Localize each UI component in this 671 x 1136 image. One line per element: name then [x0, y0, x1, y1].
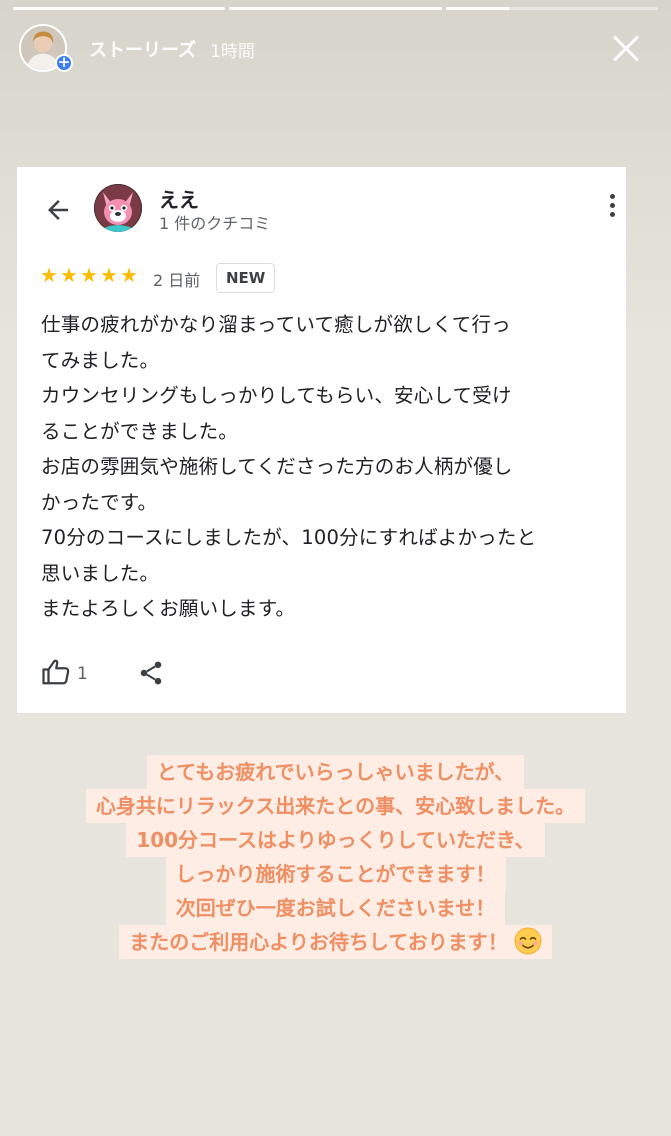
story-progress-fill-2: [229, 7, 442, 10]
reviewer-review-count: 1 件のクチコミ: [159, 214, 271, 233]
review-line: 70分のコースにしましたが、100分にすればよかったと: [41, 526, 537, 549]
story-header: + ストーリーズ 1時間: [19, 23, 657, 75]
like-count: 1: [77, 664, 88, 684]
review-line: お店の雰囲気や施術してくださった方のお人柄が優し: [41, 455, 513, 478]
review-line: 仕事の疲れがかなり溜まっていて癒しが欲しくて行っ: [41, 313, 511, 336]
review-date: 2 日前: [153, 271, 201, 290]
arrow-back-icon[interactable]: [43, 195, 73, 225]
reviewer-name[interactable]: ええ: [159, 184, 199, 213]
star-icon: ★: [40, 263, 58, 287]
reply-line: 100分コースはよりゆっくりしていただき、: [126, 823, 545, 857]
story-progress-segment-3: [445, 7, 658, 10]
star-icon: ★: [80, 263, 98, 287]
star-icon: ★: [60, 263, 78, 287]
review-text: 仕事の疲れがかなり溜まっていて癒しが欲しくて行っ てみました。 カウンセリングも…: [41, 307, 616, 627]
review-line: てみました。: [41, 348, 160, 372]
reply-line-last: またのご利用心よりお待ちしております！: [119, 925, 552, 959]
story-title[interactable]: ストーリーズ: [89, 36, 196, 62]
story-progress-segment-2: [229, 7, 442, 10]
story-progress-fill-3: [445, 7, 510, 10]
review-line: カウンセリングもしっかりしてもらい、安心して受け: [41, 384, 512, 407]
smiling-face-icon: [514, 927, 542, 955]
close-icon[interactable]: [607, 29, 645, 67]
story-progress-segment-1: [13, 7, 226, 10]
reply-line-text: またのご利用心よりお待ちしております！: [129, 930, 508, 954]
story-progress-bar: [13, 7, 658, 10]
reply-line: しっかり施術することができます！: [165, 857, 506, 891]
story-timestamp: 1時間: [210, 41, 255, 62]
more-vert-icon[interactable]: [607, 194, 617, 222]
share-icon[interactable]: [137, 659, 165, 687]
owner-reply-overlay: とてもお疲れでいらっしゃいましたが、 心身共にリラックス出来たとの事、安心致しま…: [0, 755, 671, 959]
reviewer-avatar[interactable]: [94, 184, 142, 232]
bulldog-avatar-icon: [94, 184, 142, 232]
reply-line: とてもお疲れでいらっしゃいましたが、: [146, 755, 525, 789]
review-line: かったです。: [41, 490, 158, 514]
add-story-icon: +: [55, 54, 73, 72]
new-badge: NEW: [216, 263, 276, 293]
review-card: ええ 1 件のクチコミ ★ ★ ★ ★ ★ 2 日前 NEW 仕事の疲れがかなり…: [17, 167, 626, 713]
reply-line: 次回ぜひ一度お試しくださいませ！: [165, 891, 506, 925]
star-icon: ★: [100, 263, 118, 287]
profile-avatar[interactable]: +: [19, 24, 73, 74]
review-line: ることができました。: [41, 419, 239, 443]
star-rating: ★ ★ ★ ★ ★: [39, 265, 139, 285]
review-line: またよろしくお願いします。: [41, 597, 296, 620]
story-progress-fill-1: [13, 7, 226, 10]
star-icon: ★: [120, 263, 138, 287]
reply-line: 心身共にリラックス出来たとの事、安心致しました。: [85, 789, 586, 823]
review-line: 思いました。: [41, 561, 160, 585]
thumb-up-icon[interactable]: [41, 657, 71, 687]
